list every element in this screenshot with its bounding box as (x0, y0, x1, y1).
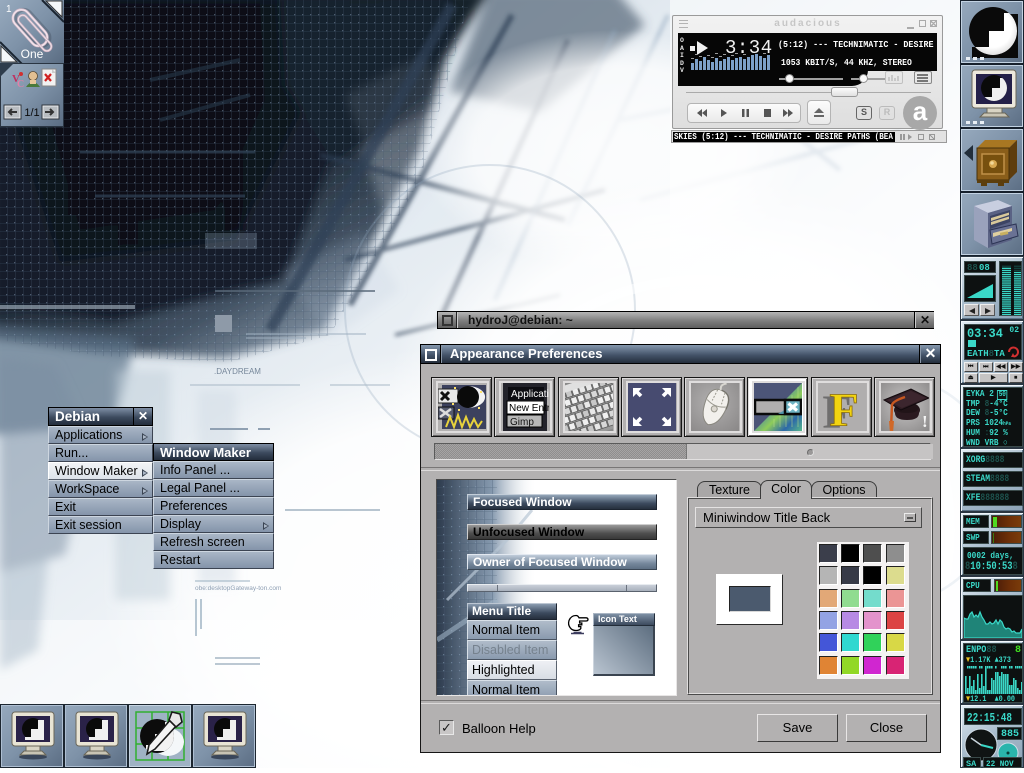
svg-text:C: C (17, 79, 24, 90)
svg-text:F: F (829, 384, 858, 431)
svg-text:One: One (21, 47, 44, 61)
svg-text:!: ! (922, 412, 928, 431)
svg-text:Applicati: Applicati (511, 389, 549, 400)
svg-text:1: 1 (6, 4, 12, 15)
svg-text:New Entr[: New Entr[ (509, 403, 549, 414)
svg-text:Gimp: Gimp (510, 417, 534, 428)
svg-text:1/1: 1/1 (24, 107, 39, 119)
svg-text:.DAYDREAM: .DAYDREAM (214, 367, 261, 376)
svg-text:obe:desktopGateway-ton.com: obe:desktopGateway-ton.com (195, 585, 281, 592)
